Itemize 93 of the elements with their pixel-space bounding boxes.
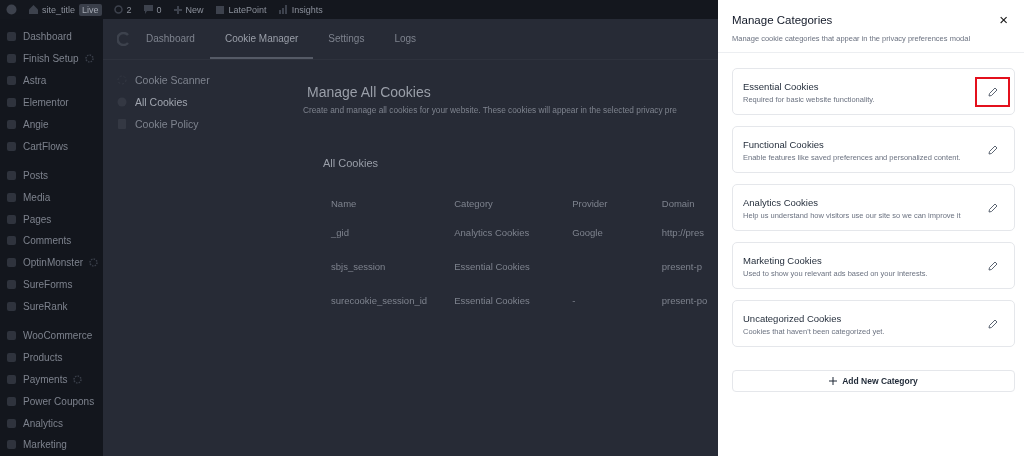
spinner-icon [84,54,94,64]
table-cell-text: _gid [330,225,350,240]
menu-item-icon [6,140,17,152]
spinner-icon [89,258,99,268]
sidebar-item[interactable]: Power Coupons [0,390,103,413]
comments-count[interactable]: 0 [156,4,162,15]
live-badge: Live [79,3,102,16]
category-name: Functional Cookies [743,138,825,150]
menu-item-icon [6,119,17,130]
table-cell-text: Essential Cookies [453,293,531,308]
menu-item-icon [6,439,17,451]
category-name: Uncategorized Cookies [743,312,843,324]
site-title-link[interactable]: site_title [42,4,76,15]
close-button[interactable]: × [997,12,1010,27]
sidebar-item[interactable]: WooCommerce [0,324,103,347]
menu-item-icon [6,31,17,43]
wordpress-logo[interactable] [6,4,17,15]
sidebar-item[interactable]: SureForms [0,273,103,296]
sidebar-item[interactable]: SureRank [0,295,103,318]
nav-tab[interactable]: Logs [379,19,432,59]
new-link[interactable]: New [185,4,204,15]
menu-item-icon [6,53,17,65]
nav-tab[interactable]: Cookie Manager [209,19,314,59]
edit-button[interactable] [975,77,1010,107]
page-title: Manage All Cookies [307,84,432,100]
page-description: Create and manage all cookies for your website. These cookies will appear in the selected privacy pre [303,105,678,115]
table-cell-text: - [571,293,577,308]
menu-item-icon [6,373,17,385]
pencil-icon [987,319,998,329]
nav-tab[interactable]: Settings [313,19,380,59]
sidebar-item[interactable]: Analytics [0,412,103,435]
menu-item-icon [6,97,17,109]
sidebar-item[interactable]: Pages [0,208,103,230]
sidebar-item[interactable]: Payments [0,368,103,391]
table-cell-text: Essential Cookies [453,259,531,274]
column-header: Provider [571,196,609,211]
side-nav-item[interactable]: Cookie Policy [117,118,307,130]
sidebar-item[interactable]: Marketing [0,434,103,456]
menu-item-icon [6,301,17,313]
toolbar-link[interactable]: LatePoint [228,4,267,15]
pencil-icon [987,145,998,155]
table-cell-text: surecookie_session_id [330,293,429,308]
nav-tab[interactable]: Dashboard [131,19,210,59]
column-header: Domain [660,196,696,211]
plus-icon [829,377,838,385]
sidebar-item[interactable]: Angie [0,113,103,136]
column-header: Category [453,196,494,211]
spinner-icon [73,374,83,384]
table-cell-text: http://pres [660,225,706,240]
menu-item-icon [6,257,17,269]
menu-item-icon [6,235,17,247]
sidebar-item[interactable]: Products [0,346,103,369]
category-name: Analytics Cookies [743,196,819,208]
plus-icon [173,5,182,14]
menu-item-icon [6,213,17,225]
sidebar-item[interactable]: CartFlows [0,135,103,158]
sidebar-item[interactable]: Astra [0,69,103,92]
table-cell-text: present-po [660,293,709,308]
menu-item-icon [6,395,17,407]
add-category-button[interactable]: Add New Category [732,370,1015,392]
menu-item-icon [6,417,17,429]
table-cell-text: Analytics Cookies [453,225,531,240]
toolbar-link[interactable]: Insights [291,4,323,15]
category-name: Marketing Cookies [743,254,823,266]
sidebar-item[interactable]: Elementor [0,91,103,114]
column-header: Name [330,196,358,211]
menu-item-icon [6,191,17,203]
sidebar-item[interactable]: Finish Setup [0,47,103,70]
pencil-icon [987,87,998,97]
comment-icon [143,5,153,14]
sidebar-item[interactable]: Dashboard [0,26,103,48]
menu-item-icon [6,351,17,363]
table-cell-text: Google [571,225,604,240]
bar-chart-icon [278,5,288,14]
side-nav-item[interactable]: All Cookies [117,96,307,108]
side-nav-item[interactable]: Cookie Scanner [117,74,307,86]
sidebar-item[interactable]: Media [0,186,103,209]
category-name: Essential Cookies [743,80,820,92]
sidebar-item[interactable]: Comments [0,230,103,252]
menu-item-icon [6,75,17,87]
home-icon [29,5,38,14]
menu-item-icon [6,330,17,341]
menu-item-icon [6,279,17,291]
sidebar-item[interactable]: Posts [0,164,103,187]
updates-count[interactable]: 2 [126,4,132,15]
pencil-icon [987,261,998,271]
menu-item-icon [6,169,17,181]
pencil-icon [987,203,998,213]
panel-title: Manage Categories [732,13,833,26]
table-cell-text: present-p [660,259,703,274]
table-cell-text: sbjs_session [330,259,387,274]
card-title: All Cookies [323,157,380,169]
sidebar-item[interactable]: OptinMonster [0,251,103,274]
